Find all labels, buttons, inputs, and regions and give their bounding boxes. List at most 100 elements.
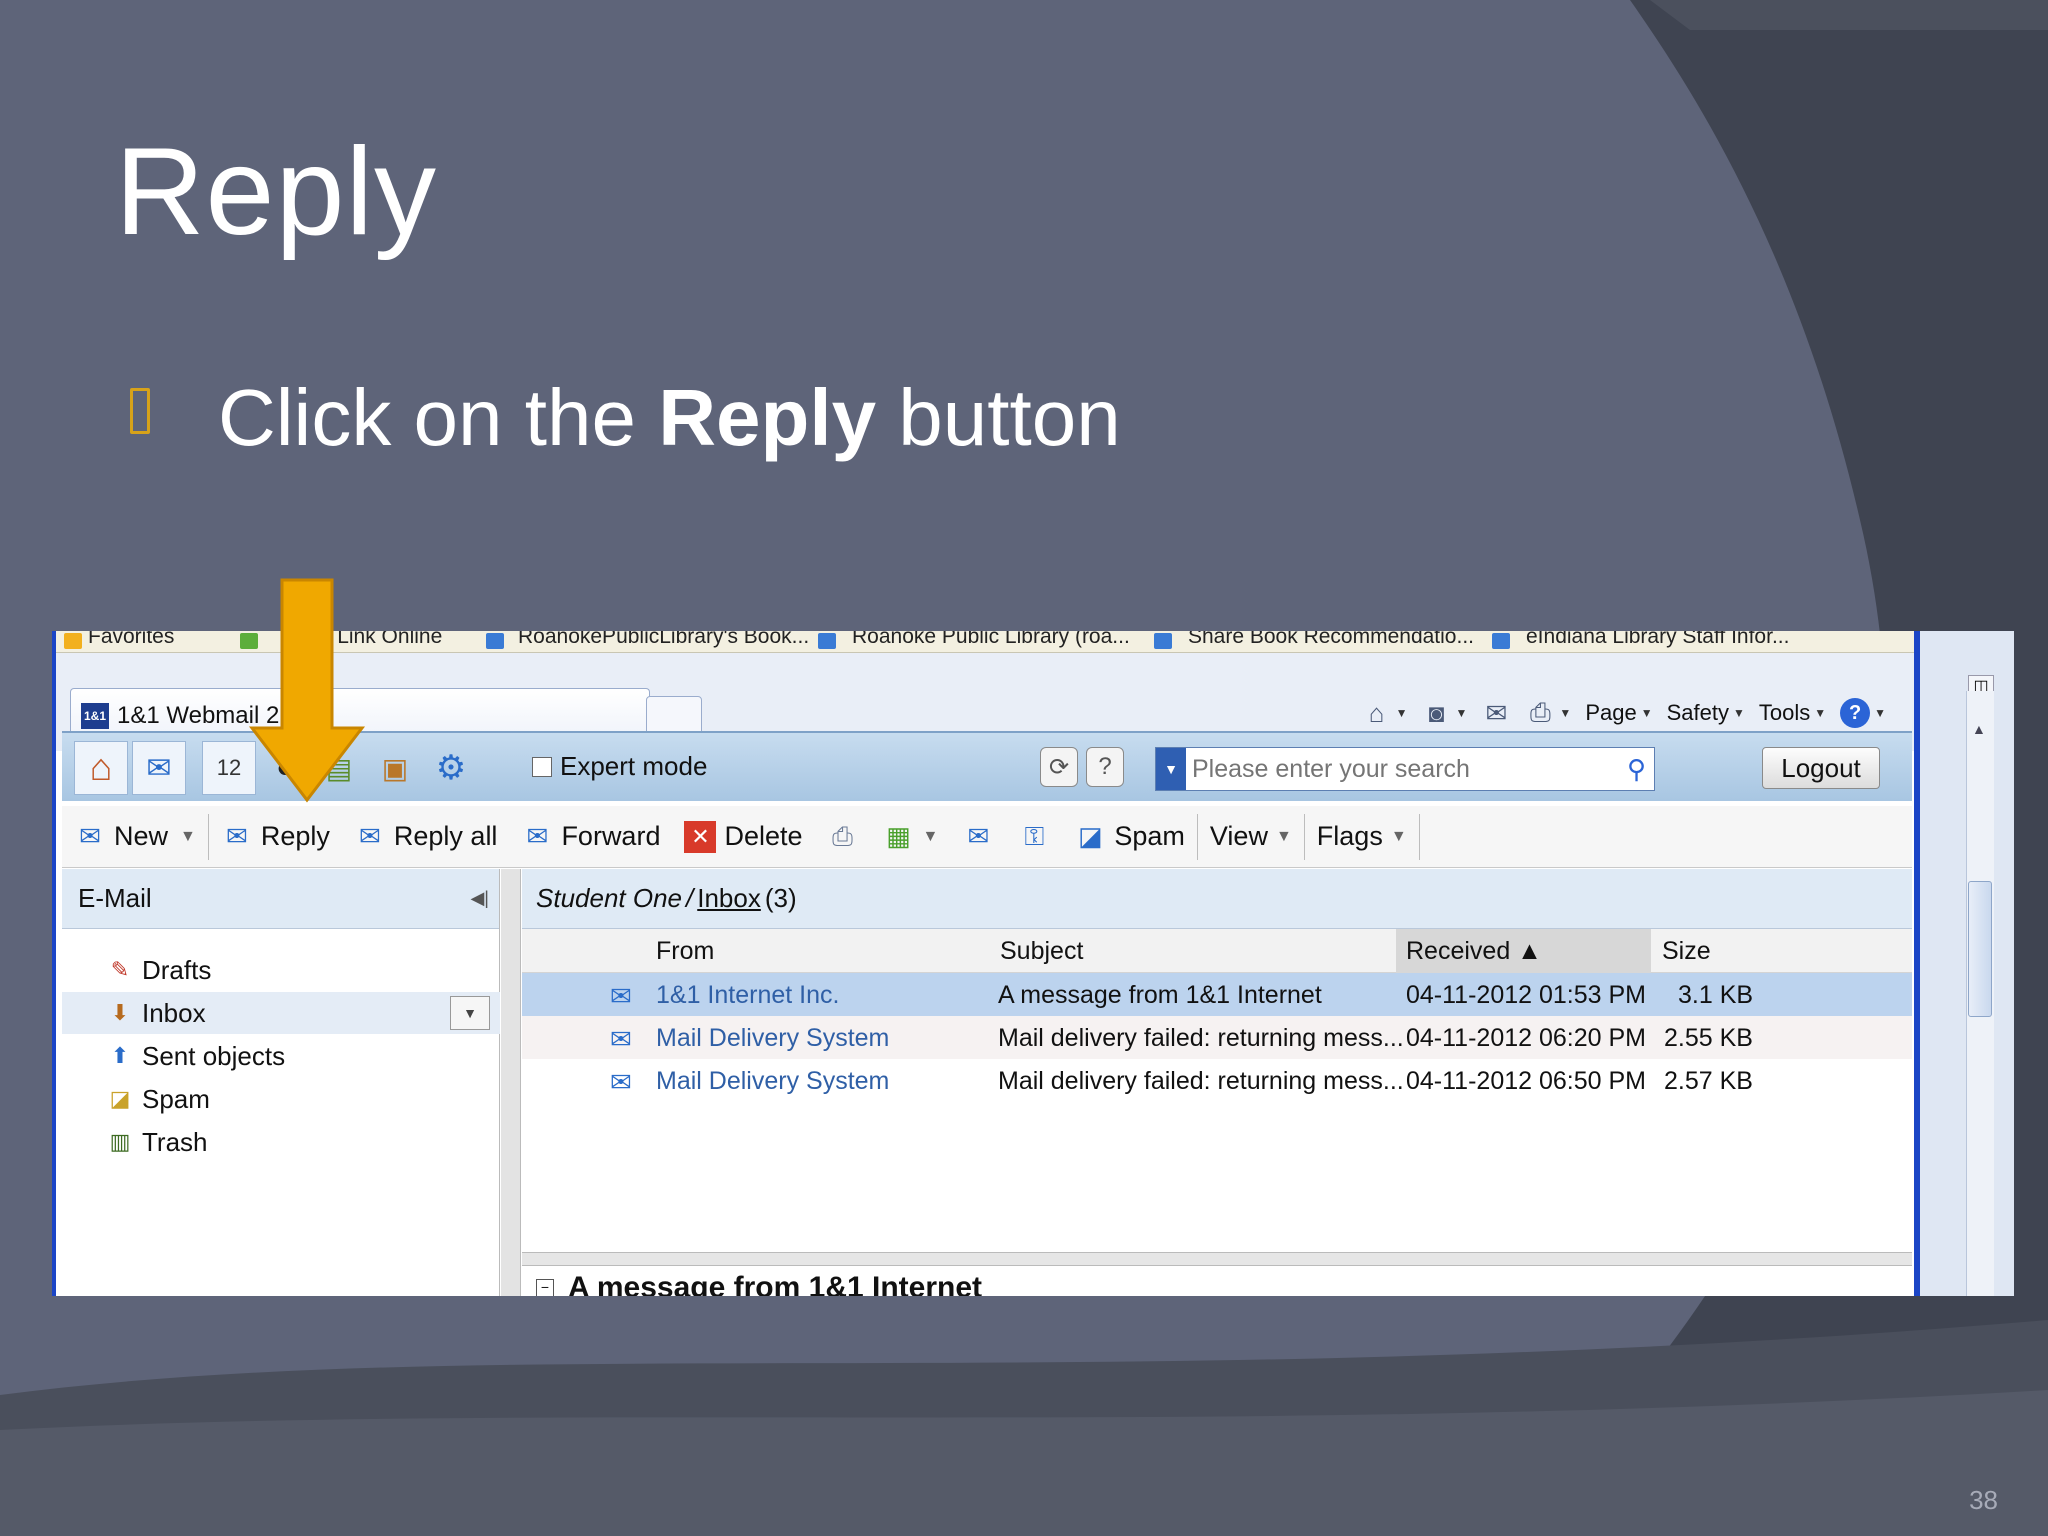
view-menu[interactable]: View ▼: [1198, 812, 1304, 862]
table-row[interactable]: ✉ 1&1 Internet Inc. A message from 1&1 I…: [522, 973, 1912, 1016]
expert-mode-toggle[interactable]: Expert mode: [532, 751, 707, 782]
message-size: 2.55 KB: [1664, 1024, 1753, 1052]
reply-all-button[interactable]: ✉ Reply all: [342, 812, 510, 862]
reply-icon: ✉: [225, 821, 248, 851]
message-received: 04-11-2012 01:53 PM: [1406, 981, 1646, 1009]
view-menu-label: View: [1209, 821, 1268, 851]
tools-menu[interactable]: Tools ▼: [1759, 700, 1826, 726]
search-scope-dropdown[interactable]: ▼: [1156, 748, 1186, 790]
delete-button[interactable]: ✕ Delete: [672, 812, 814, 862]
message-size: 2.57 KB: [1664, 1067, 1753, 1095]
scroll-up-icon[interactable]: ▲: [1972, 721, 1986, 737]
chevron-down-icon: ▼: [922, 827, 939, 845]
message-subject: Mail delivery failed: returning mess...: [998, 1024, 1404, 1052]
message-from: Mail Delivery System: [656, 1067, 890, 1095]
folder-spam[interactable]: ◪ Spam: [62, 1078, 500, 1120]
favorite-link-3[interactable]: Roanoke Public Library (roa...: [852, 631, 1130, 649]
print-command[interactable]: ⎙ ▼: [1525, 697, 1571, 728]
table-row[interactable]: ✉ Mail Delivery System Mail delivery fai…: [522, 1016, 1912, 1059]
bullet-suffix: button: [876, 373, 1121, 462]
feeds-command[interactable]: ◙ ▼: [1422, 698, 1468, 728]
home-command[interactable]: ⌂ ▼: [1362, 698, 1408, 728]
expert-mode-label: Expert mode: [560, 751, 708, 781]
printer-icon: ⎙: [1530, 697, 1551, 727]
delete-icon: ✕: [684, 820, 717, 853]
logout-button[interactable]: Logout: [1762, 747, 1880, 789]
scrollbar-thumb[interactable]: [1968, 881, 1992, 1017]
mail-command[interactable]: ✉: [1481, 698, 1511, 728]
bullet-icon: [130, 388, 150, 434]
reply-all-icon: ✉: [358, 821, 381, 851]
safety-menu[interactable]: Safety ▼: [1667, 700, 1745, 726]
envelope-icon: ✉: [610, 981, 632, 1011]
preview-splitter[interactable]: [522, 1252, 1912, 1266]
print-button[interactable]: ⎙: [815, 812, 871, 862]
flags-menu[interactable]: Flags ▼: [1305, 812, 1419, 862]
ie-command-bar: ⌂ ▼ ◙ ▼ ✉ ⎙ ▼ Page ▼ Safety ▼ Tools ▼ ? ▼: [1362, 693, 1886, 733]
mail-app-icon[interactable]: ✉: [132, 741, 186, 795]
folder-label: Drafts: [142, 954, 212, 985]
folder-label: Spam: [142, 1083, 210, 1114]
help-menu[interactable]: ? ▼: [1840, 698, 1886, 728]
breadcrumb: Student One / Inbox (3): [522, 869, 1912, 929]
pointer-arrow: [248, 578, 366, 803]
table-row[interactable]: ✉ Mail Delivery System Mail delivery fai…: [522, 1059, 1912, 1102]
settings-gear-icon[interactable]: ⚙: [424, 741, 478, 795]
message-list-pane: Student One / Inbox (3) From Subject Rece…: [522, 869, 1912, 1296]
new-button[interactable]: ✉ New: [62, 812, 180, 862]
column-received[interactable]: Received ▲: [1406, 937, 1542, 966]
folder-options-dropdown[interactable]: ▼: [450, 996, 490, 1030]
favorite-link-2[interactable]: RoanokePublicLibrary's Book...: [518, 631, 809, 649]
ie-page-icon: [1154, 633, 1172, 649]
rss-icon: ◙: [1428, 697, 1445, 728]
ie-page-icon: [818, 633, 836, 649]
lock-icon: ⚿: [1024, 820, 1045, 851]
slide-title: Reply: [115, 123, 438, 261]
preview-title: A message from 1&1 Internet: [568, 1271, 983, 1296]
folder-trash[interactable]: ▥ Trash: [62, 1121, 500, 1163]
column-subject[interactable]: Subject: [1000, 937, 1083, 966]
breadcrumb-separator: /: [686, 883, 694, 913]
favorite-link-4[interactable]: Share Book Recommendatio...: [1188, 631, 1474, 649]
folder-pane-header: E-Mail ◀|: [62, 869, 499, 929]
search-input[interactable]: [1192, 752, 1612, 786]
attach-button[interactable]: ⚿: [1006, 812, 1062, 862]
pane-splitter[interactable]: [501, 869, 521, 1296]
move-button[interactable]: ▦ ▼: [871, 812, 951, 862]
search-icon[interactable]: ⚲: [1627, 754, 1646, 785]
folder-sent-objects[interactable]: ⬆ Sent objects: [62, 1035, 500, 1077]
mark-read-button[interactable]: ✉: [950, 812, 1006, 862]
folder-drafts[interactable]: ✎ Drafts: [62, 949, 500, 991]
search-field: ▼ ⚲: [1155, 747, 1655, 791]
expert-mode-checkbox[interactable]: [532, 756, 552, 777]
briefcase-icon[interactable]: ▣: [368, 741, 422, 795]
reply-button[interactable]: ✉ Reply: [209, 812, 342, 862]
breadcrumb-folder-link[interactable]: Inbox: [697, 883, 761, 914]
page-menu[interactable]: Page ▼: [1585, 700, 1652, 726]
chevron-down-icon: ▼: [1640, 706, 1653, 720]
collapse-pane-icon[interactable]: ◀|: [470, 888, 489, 909]
chevron-down-icon: ▼: [1395, 706, 1408, 720]
column-size[interactable]: Size: [1662, 937, 1711, 966]
collapse-preview-icon[interactable]: −: [536, 1279, 554, 1296]
message-from: Mail Delivery System: [656, 1024, 890, 1052]
print-icon: ⎙: [832, 820, 853, 851]
folder-label: Sent objects: [142, 1040, 286, 1071]
help-icon: ?: [1840, 698, 1871, 728]
column-from[interactable]: From: [656, 937, 714, 966]
flags-menu-label: Flags: [1316, 821, 1383, 851]
refresh-button[interactable]: ⟳: [1040, 747, 1078, 787]
favorite-link-5[interactable]: eIndiana Library Staff Infor...: [1526, 631, 1789, 649]
new-dropdown-icon[interactable]: ▼: [180, 828, 196, 846]
bullet-bold: Reply: [658, 373, 877, 462]
ie-page-icon: [486, 633, 504, 649]
home-icon[interactable]: ⌂: [74, 741, 128, 795]
spam-button[interactable]: ◪ Spam: [1062, 812, 1197, 862]
forward-button[interactable]: ✉ Forward: [509, 812, 672, 862]
favorites-label[interactable]: Favorites: [88, 631, 174, 649]
tab-logo-icon: 1&1: [81, 703, 109, 729]
folder-pane-title: E-Mail: [78, 883, 152, 913]
folder-inbox[interactable]: ⬇ Inbox ▼: [62, 992, 500, 1034]
chevron-down-icon: ▼: [1874, 706, 1886, 720]
app-help-button[interactable]: ?: [1086, 747, 1124, 787]
